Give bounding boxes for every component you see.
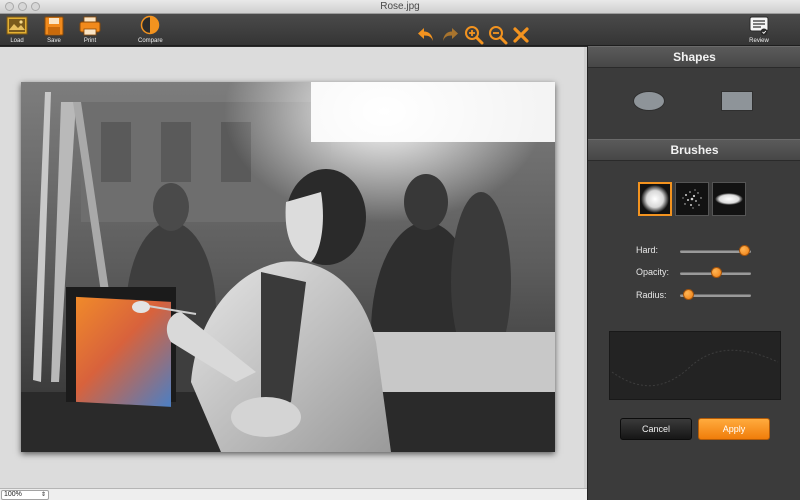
brushes-header: Brushes bbox=[588, 139, 800, 161]
print-label: Print bbox=[84, 38, 96, 44]
brush-preview bbox=[609, 331, 781, 400]
load-button[interactable]: Load bbox=[6, 15, 28, 44]
compare-icon bbox=[139, 15, 161, 37]
save-button[interactable]: Save bbox=[43, 15, 65, 44]
soft-brush-icon bbox=[640, 184, 670, 214]
toolbar: Load Save Print Compare bbox=[0, 14, 800, 46]
title-bar: Rose.jpg bbox=[0, 0, 800, 14]
zoom-in-icon[interactable] bbox=[464, 25, 484, 45]
cancel-button[interactable]: Cancel bbox=[620, 418, 692, 440]
zoom-value: 100% bbox=[4, 491, 22, 498]
soft-brush-button[interactable] bbox=[638, 182, 672, 216]
undo-icon[interactable] bbox=[416, 25, 436, 45]
print-button[interactable]: Print bbox=[79, 15, 101, 44]
rectangle-shape-button[interactable] bbox=[721, 91, 753, 111]
zoom-select[interactable]: 100% ⇕ bbox=[1, 490, 49, 500]
review-button[interactable]: Review bbox=[748, 15, 770, 44]
save-icon bbox=[43, 15, 65, 37]
opacity-label: Opacity: bbox=[636, 267, 669, 277]
review-label: Review bbox=[749, 38, 769, 44]
compare-button[interactable]: Compare bbox=[138, 15, 163, 44]
hard-slider-knob[interactable] bbox=[739, 245, 750, 256]
compare-label: Compare bbox=[138, 38, 163, 44]
brush-stroke-preview bbox=[610, 332, 780, 399]
status-bar: 100% ⇕ bbox=[0, 488, 587, 500]
painter-photo bbox=[21, 82, 555, 452]
shapes-header: Shapes bbox=[588, 46, 800, 68]
apply-button[interactable]: Apply bbox=[698, 418, 770, 440]
load-icon bbox=[6, 15, 28, 37]
canvas-area[interactable] bbox=[0, 47, 587, 488]
radius-slider-knob[interactable] bbox=[683, 289, 694, 300]
zoom-out-icon[interactable] bbox=[488, 25, 508, 45]
spatter-brush-icon bbox=[676, 183, 708, 215]
radius-label: Radius: bbox=[636, 290, 667, 300]
hard-label: Hard: bbox=[636, 245, 658, 255]
review-icon bbox=[748, 15, 770, 37]
redo-icon[interactable] bbox=[440, 25, 460, 45]
spatter-brush-button[interactable] bbox=[675, 182, 709, 216]
load-label: Load bbox=[10, 38, 23, 44]
tools-panel: Shapes Brushes bbox=[587, 46, 800, 500]
printer-icon bbox=[79, 15, 101, 37]
photo-canvas[interactable] bbox=[21, 82, 555, 452]
save-label: Save bbox=[47, 38, 61, 44]
ellipse-shape-button[interactable] bbox=[633, 91, 665, 111]
opacity-slider-knob[interactable] bbox=[711, 267, 722, 278]
oval-brush-button[interactable] bbox=[712, 182, 746, 216]
stepper-icon: ⇕ bbox=[41, 491, 46, 499]
window-title: Rose.jpg bbox=[0, 1, 800, 12]
close-icon[interactable] bbox=[511, 25, 531, 45]
oval-brush-icon bbox=[713, 183, 745, 215]
